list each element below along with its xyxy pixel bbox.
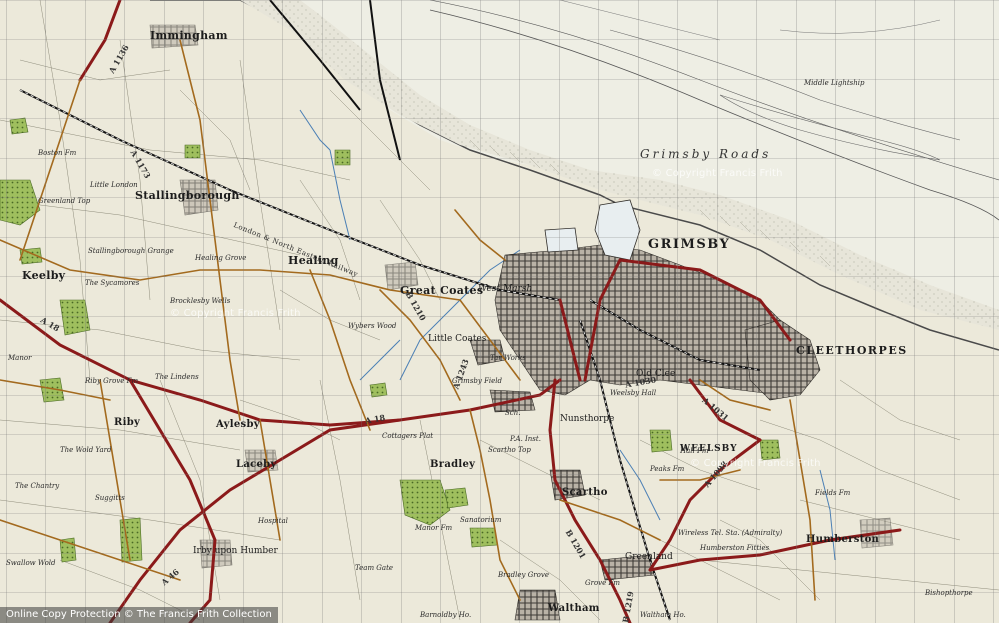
label-little-coates[interactable]: Little Coates: [428, 335, 486, 344]
label-riby[interactable]: Riby: [114, 418, 140, 428]
label-grimsby-roads[interactable]: Grimsby Roads: [640, 148, 771, 160]
label-immingham[interactable]: Immingham: [150, 30, 228, 41]
grid-overlay: [0, 0, 999, 623]
label-suggitts: Suggitts: [95, 494, 125, 502]
watermark-2: © Copyright Francis Frith: [170, 308, 301, 319]
label-manor-fm: Manor Fm: [415, 524, 453, 532]
label-hospital: Hospital: [258, 517, 288, 525]
label-scartho[interactable]: Scartho: [562, 488, 608, 498]
label-fields-fm: Fields Fm: [815, 489, 851, 497]
label-humberston-fitties: Humberston Fitties: [700, 544, 770, 552]
label-brocklesby-wells: Brocklesby Wells: [170, 297, 231, 305]
label-hall-fm: Hall Fm: [680, 447, 709, 455]
label-wireless-station: Wireless Tel. Sta. (Admiralty): [678, 529, 783, 537]
label-grove-fm: Grove Fm: [585, 579, 620, 587]
label-team-gate: Team Gate: [355, 564, 394, 572]
label-sanatorium: Sanatorium: [460, 516, 502, 524]
label-humberston[interactable]: Humberston: [806, 535, 879, 545]
label-tar-works: Tar Works: [490, 354, 526, 362]
watermark-1: © Copyright Francis Frith: [652, 168, 783, 179]
label-keelby[interactable]: Keelby: [22, 270, 65, 281]
label-irby[interactable]: Irby upon Humber: [193, 547, 278, 556]
map-graphics: [0, 0, 999, 623]
label-weelsby-hall: Weelsby Hall: [610, 389, 657, 397]
watermark-3: © Copyright Francis Frith: [690, 458, 821, 469]
label-nunsthorpe[interactable]: Nunsthorpe: [560, 415, 614, 424]
label-manor: Manor: [8, 354, 32, 362]
label-cottagers-plat: Cottagers Plat: [382, 432, 434, 440]
label-cleethorpes[interactable]: CLEETHORPES: [796, 345, 908, 356]
label-wold-yard: The Wold Yard: [60, 446, 112, 454]
map-canvas[interactable]: Immingham Stallingborough Keelby Healing…: [0, 0, 999, 623]
label-stallingborough[interactable]: Stallingborough: [135, 190, 240, 201]
label-boston-fm: Boston Fm: [38, 149, 77, 157]
label-wybers-wood: Wybers Wood: [348, 322, 397, 330]
label-aylesby[interactable]: Aylesby: [216, 420, 260, 430]
label-waltham[interactable]: Waltham: [548, 604, 600, 614]
label-west-marsh[interactable]: West Marsh: [478, 285, 532, 294]
label-middle-lightship: Middle Lightship: [804, 79, 865, 87]
label-greenland-top: Greenland Top: [38, 197, 91, 205]
label-bradley-grove: Bradley Grove: [498, 571, 549, 579]
label-bradley[interactable]: Bradley: [430, 460, 475, 470]
label-lindens: The Lindens: [155, 373, 199, 381]
label-peaks-fm: Peaks Fm: [650, 465, 685, 473]
label-chantry: The Chantry: [15, 482, 60, 490]
label-scartho-top: Scartho Top: [488, 446, 531, 454]
label-grimsby[interactable]: GRIMSBY: [648, 238, 730, 251]
label-swallow-wold: Swallow Wold: [6, 559, 56, 567]
label-pa-inst: P.A. Inst.: [510, 435, 541, 443]
copy-protection-footer: Online Copy Protection © The Francis Fri…: [0, 607, 278, 623]
label-stallingborough-grange: Stallingborough Grange: [88, 247, 174, 255]
label-greenland[interactable]: Greenland: [625, 553, 673, 562]
label-waltham-ho: Waltham Ho.: [640, 611, 686, 619]
label-riby-grove: Riby Grove Fm: [85, 377, 139, 385]
label-sycamores: The Sycamores: [85, 279, 140, 287]
label-healing-grove: Healing Grove: [195, 254, 247, 262]
label-bishopthorpe: Bishopthorpe: [925, 589, 973, 597]
label-sch: Sch.: [505, 409, 521, 417]
label-little-london: Little London: [90, 181, 138, 189]
label-laceby[interactable]: Laceby: [236, 460, 277, 470]
label-barnoldby-ho: Barnoldby Ho.: [420, 611, 472, 619]
